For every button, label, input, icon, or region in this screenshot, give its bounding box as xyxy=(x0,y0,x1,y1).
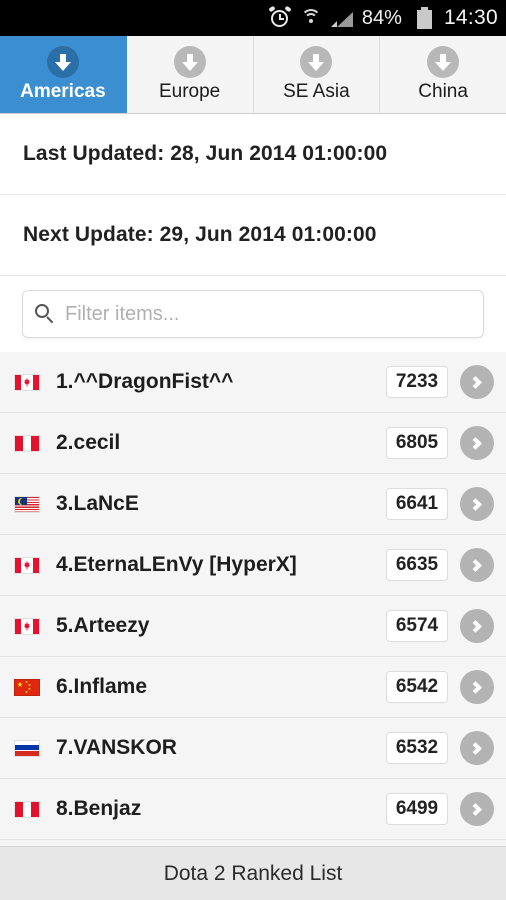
app-root: 84% 14:30 Americas Europe SE Asia China … xyxy=(0,0,506,900)
player-name: 4.EternaLEnVy [HyperX] xyxy=(56,553,297,576)
player-score-badge: 6532 xyxy=(386,732,448,764)
player-score-badge: 6542 xyxy=(386,671,448,703)
alarm-clock-icon xyxy=(268,5,292,29)
last-updated-row: Last Updated: 28, Jun 2014 01:00:00 xyxy=(0,114,506,195)
flag-malaysia xyxy=(14,495,40,513)
list-item[interactable]: 3.LaNcE 6641 xyxy=(0,474,506,535)
list-item[interactable]: 4.EternaLEnVy [HyperX] 6635 xyxy=(0,535,506,596)
player-score-badge: 6499 xyxy=(386,793,448,825)
battery-icon xyxy=(411,7,432,29)
flag-canada xyxy=(14,373,40,391)
app-title: Dota 2 Ranked List xyxy=(163,861,343,885)
player-score-badge: 6635 xyxy=(386,549,448,581)
player-score-badge: 6574 xyxy=(386,610,448,642)
flag-canada xyxy=(14,556,40,574)
flag-china xyxy=(14,678,40,696)
list-item[interactable]: 5.Arteezy 6574 xyxy=(0,596,506,657)
tab-label: Americas xyxy=(20,81,106,102)
download-arrow-icon xyxy=(427,46,460,78)
filter-input[interactable] xyxy=(65,302,471,326)
player-name: 3.LaNcE xyxy=(56,492,139,515)
player-score-badge: 6805 xyxy=(386,427,448,459)
chevron-right-icon[interactable] xyxy=(460,792,494,826)
list-item[interactable]: 6.Inflame 6542 xyxy=(0,657,506,718)
player-name: 1.^^DragonFist^^ xyxy=(56,370,234,393)
flag-russia xyxy=(14,739,40,757)
chevron-right-icon[interactable] xyxy=(460,487,494,521)
player-score-badge: 7233 xyxy=(386,366,448,398)
tab-label: SE Asia xyxy=(283,81,350,102)
tab-americas[interactable]: Americas xyxy=(0,36,127,113)
flag-peru xyxy=(14,800,40,818)
chevron-right-icon[interactable] xyxy=(460,731,494,765)
cellular-signal-icon xyxy=(330,9,353,27)
status-bar-clock: 14:30 xyxy=(443,6,498,29)
region-tab-bar: Americas Europe SE Asia China xyxy=(0,36,506,114)
player-name: 7.VANSKOR xyxy=(56,736,177,759)
list-item[interactable]: 8.Benjaz 6499 xyxy=(0,779,506,840)
flag-canada xyxy=(14,617,40,635)
player-name: 5.Arteezy xyxy=(56,614,150,637)
flag-peru xyxy=(14,434,40,452)
player-name: 2.cecil xyxy=(56,431,121,454)
chevron-right-icon[interactable] xyxy=(460,609,494,643)
download-arrow-icon xyxy=(46,46,79,78)
tab-se-asia[interactable]: SE Asia xyxy=(253,36,381,113)
ranked-player-list[interactable]: 1.^^DragonFist^^ 7233 2.cecil 6805 3.LaN… xyxy=(0,352,506,900)
tab-china[interactable]: China xyxy=(380,36,506,113)
download-arrow-icon xyxy=(173,46,206,78)
chevron-right-icon[interactable] xyxy=(460,670,494,704)
app-footer: Dota 2 Ranked List xyxy=(0,846,506,900)
tab-europe[interactable]: Europe xyxy=(126,36,254,113)
battery-percent-label: 84% xyxy=(361,6,402,29)
status-bar: 84% 14:30 xyxy=(0,0,506,36)
last-updated-label: Last Updated: 28, Jun 2014 01:00:00 xyxy=(23,142,388,165)
tab-label: China xyxy=(418,81,468,102)
player-name: 6.Inflame xyxy=(56,675,148,698)
download-arrow-icon xyxy=(300,46,333,78)
filter-bar xyxy=(0,276,506,352)
search-icon xyxy=(35,304,55,324)
tab-label: Europe xyxy=(158,81,221,102)
next-update-label: Next Update: 29, Jun 2014 01:00:00 xyxy=(23,223,377,246)
list-item[interactable]: 2.cecil 6805 xyxy=(0,413,506,474)
player-score-badge: 6641 xyxy=(386,488,448,520)
chevron-right-icon[interactable] xyxy=(460,548,494,582)
wifi-icon xyxy=(300,8,322,28)
list-item[interactable]: 1.^^DragonFist^^ 7233 xyxy=(0,352,506,413)
player-name: 8.Benjaz xyxy=(56,797,142,820)
chevron-right-icon[interactable] xyxy=(460,426,494,460)
filter-input-container[interactable] xyxy=(22,290,484,338)
list-item[interactable]: 7.VANSKOR 6532 xyxy=(0,718,506,779)
next-update-row: Next Update: 29, Jun 2014 01:00:00 xyxy=(0,195,506,276)
chevron-right-icon[interactable] xyxy=(460,365,494,399)
